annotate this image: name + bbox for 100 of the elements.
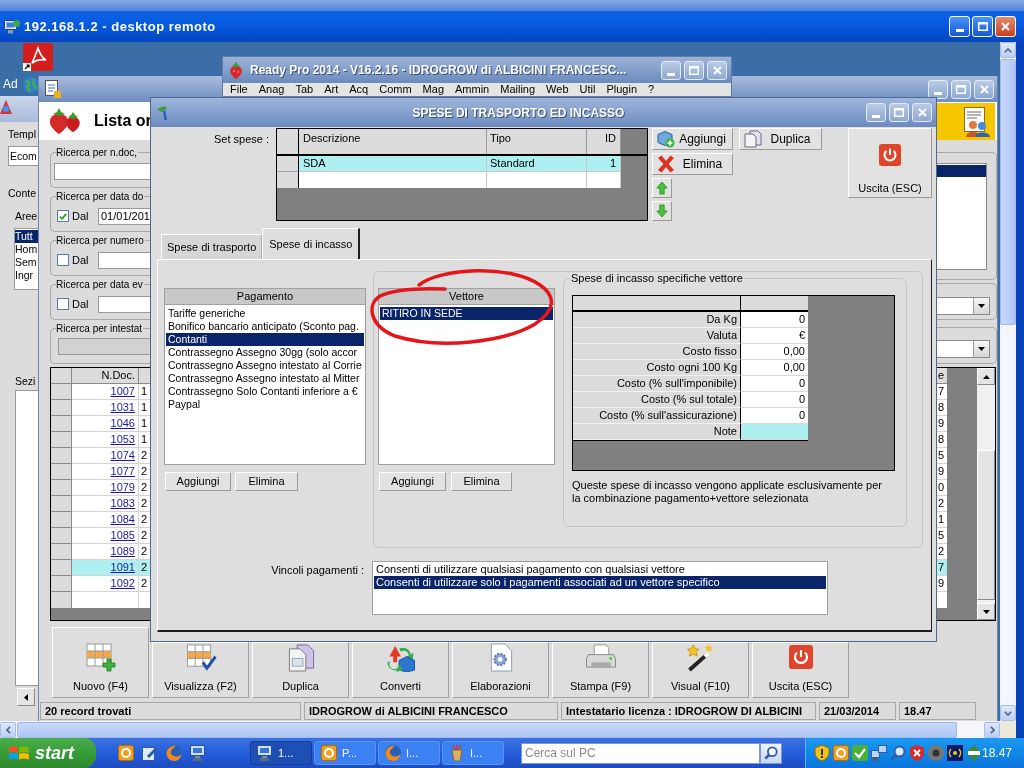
ring-icon[interactable] xyxy=(833,745,849,761)
start-button[interactable]: start xyxy=(0,738,96,768)
toolbar-button[interactable]: Elaborazioni xyxy=(452,642,549,698)
list-item[interactable]: Contrassegno Assegno 30gg (solo accor xyxy=(166,346,364,359)
menu-item[interactable]: Art xyxy=(324,83,339,96)
table-cell[interactable]: 0,00 xyxy=(741,344,808,360)
list-item[interactable]: RITIRO IN SEDE xyxy=(380,307,553,320)
menu-item[interactable]: Web xyxy=(546,83,569,96)
menu-item[interactable]: Ammin xyxy=(455,83,490,96)
checkmark-icon[interactable] xyxy=(852,745,868,761)
close-button[interactable] xyxy=(707,60,727,80)
list-item[interactable]: Bonifico bancario anticipato (Sconto pag. xyxy=(166,320,364,333)
list-item[interactable]: Consenti di utilizzare qualsiasi pagamento con qualsiasi vettore xyxy=(374,563,826,576)
tab[interactable]: Spese di incasso xyxy=(262,228,361,259)
scrollbar-thumb[interactable] xyxy=(1000,59,1016,325)
dropdown-button[interactable] xyxy=(973,298,989,314)
toolbar-button[interactable]: Uscita (ESC) xyxy=(752,642,849,698)
checkbox[interactable] xyxy=(57,210,69,222)
list-button[interactable]: Aggiungi xyxy=(379,472,446,491)
table-cell[interactable]: 0,00 xyxy=(741,360,808,376)
menu-item[interactable]: Acq xyxy=(349,83,369,96)
toolbar-button[interactable]: Duplica xyxy=(739,128,822,150)
date-field[interactable] xyxy=(98,295,150,313)
table-cell[interactable]: 0 xyxy=(741,392,808,408)
taskbar-button[interactable]: P... xyxy=(314,741,376,765)
disc-icon[interactable] xyxy=(928,745,944,761)
menu-item[interactable]: ? xyxy=(648,83,655,96)
list-button[interactable]: Aggiungi xyxy=(165,472,231,491)
search-field[interactable]: Cerca sul PC xyxy=(521,742,760,764)
document-number-link[interactable]: 1083 xyxy=(110,497,135,509)
list-item[interactable]: Contrassegno Assegno intestato al Mitter xyxy=(166,372,364,385)
toolbar-button[interactable]: Visualizza (F2) xyxy=(152,642,249,698)
desktop-icon-label[interactable]: Ad xyxy=(3,78,18,91)
list-item[interactable]: Ingr xyxy=(15,269,38,282)
document-number-link[interactable]: 1053 xyxy=(110,433,135,445)
menu-item[interactable]: Mailing xyxy=(500,83,536,96)
menu-item[interactable]: Util xyxy=(579,83,596,96)
document-number-link[interactable]: 1092 xyxy=(110,577,135,589)
close-button[interactable] xyxy=(912,103,932,122)
move-down-button[interactable] xyxy=(652,201,672,221)
checkbox[interactable] xyxy=(57,298,69,310)
exit-button[interactable]: Uscita (ESC) xyxy=(848,128,932,198)
magnifier-icon[interactable] xyxy=(890,745,906,761)
list-item[interactable]: Tutt xyxy=(15,230,38,243)
toolbar-button[interactable]: Nuovo (F4) xyxy=(52,627,149,698)
fox-globe-icon[interactable] xyxy=(166,745,182,761)
tab[interactable]: Spese di trasporto xyxy=(161,234,263,259)
list-item[interactable]: Sem xyxy=(15,256,38,269)
text-field[interactable] xyxy=(54,163,150,180)
document-number-link[interactable]: 1084 xyxy=(110,513,135,525)
toolbar-button[interactable]: Converti xyxy=(352,642,449,698)
document-number-link[interactable]: 1079 xyxy=(110,481,135,493)
menu-item[interactable]: Tab xyxy=(295,83,314,96)
shield-cross-icon[interactable] xyxy=(909,745,925,761)
document-number-link[interactable]: 1007 xyxy=(110,385,135,397)
document-number-link[interactable]: 1091 xyxy=(110,561,135,573)
vertical-scrollbar[interactable] xyxy=(1000,42,1016,721)
menu-item[interactable]: Mag xyxy=(422,83,444,96)
date-field[interactable]: 01/01/201 xyxy=(98,207,150,225)
checkbox[interactable] xyxy=(57,254,69,266)
document-number-link[interactable]: 1031 xyxy=(110,401,135,413)
monitor-icon[interactable] xyxy=(190,745,206,761)
taskbar-button[interactable]: I... xyxy=(378,741,440,765)
toolbar-button[interactable]: Aggiungi xyxy=(652,128,733,150)
search-button[interactable] xyxy=(760,742,782,764)
list-item[interactable]: Contanti xyxy=(166,333,364,346)
list-item[interactable]: Consenti di utilizzare solo i pagamenti associati ad un vettore specifico xyxy=(374,576,826,589)
document-number-link[interactable]: 1089 xyxy=(110,545,135,557)
dropdown-field[interactable] xyxy=(937,297,990,315)
toolbar-button[interactable]: Visual (F10) xyxy=(652,642,749,698)
list-button[interactable]: Elimina xyxy=(235,472,298,491)
list-item[interactable]: Contrassegno Solo Contanti inferiore a € xyxy=(166,385,364,398)
table-cell[interactable]: 0 xyxy=(741,312,808,328)
diamond-icon[interactable] xyxy=(966,745,982,761)
text-field[interactable]: Ecom xyxy=(8,146,38,166)
ring-icon[interactable] xyxy=(118,745,134,761)
table-cell[interactable] xyxy=(741,424,808,440)
close-button[interactable] xyxy=(974,79,994,99)
list-item[interactable]: Paypal xyxy=(166,398,364,411)
toolbar-button[interactable]: Stampa (F9) xyxy=(552,642,649,698)
dropdown-button[interactable] xyxy=(973,341,989,357)
toolbar-button[interactable]: Elimina xyxy=(652,153,733,175)
document-number-link[interactable]: 1085 xyxy=(110,529,135,541)
document-pen-icon[interactable] xyxy=(142,745,158,761)
minimize-button[interactable] xyxy=(928,79,948,99)
toolbar-button[interactable]: Duplica xyxy=(252,642,349,698)
dropdown-field[interactable] xyxy=(937,340,990,358)
pdf-shortcut-icon[interactable] xyxy=(23,43,53,71)
list-item[interactable]: Tariffe generiche xyxy=(166,307,364,320)
menu-item[interactable]: File xyxy=(230,83,248,96)
table-cell[interactable]: € xyxy=(741,328,808,344)
taskbar-button[interactable]: 1... xyxy=(250,741,312,765)
menu-item[interactable]: Plugin xyxy=(606,83,637,96)
broadcast-icon[interactable] xyxy=(947,745,963,761)
table-cell[interactable]: 0 xyxy=(741,376,808,392)
table-cell[interactable]: 0 xyxy=(741,408,808,424)
document-number-link[interactable]: 1046 xyxy=(110,417,135,429)
taskbar-button[interactable]: I... xyxy=(442,741,504,765)
scroll-right-button[interactable] xyxy=(984,721,1000,738)
move-up-button[interactable] xyxy=(652,178,672,198)
